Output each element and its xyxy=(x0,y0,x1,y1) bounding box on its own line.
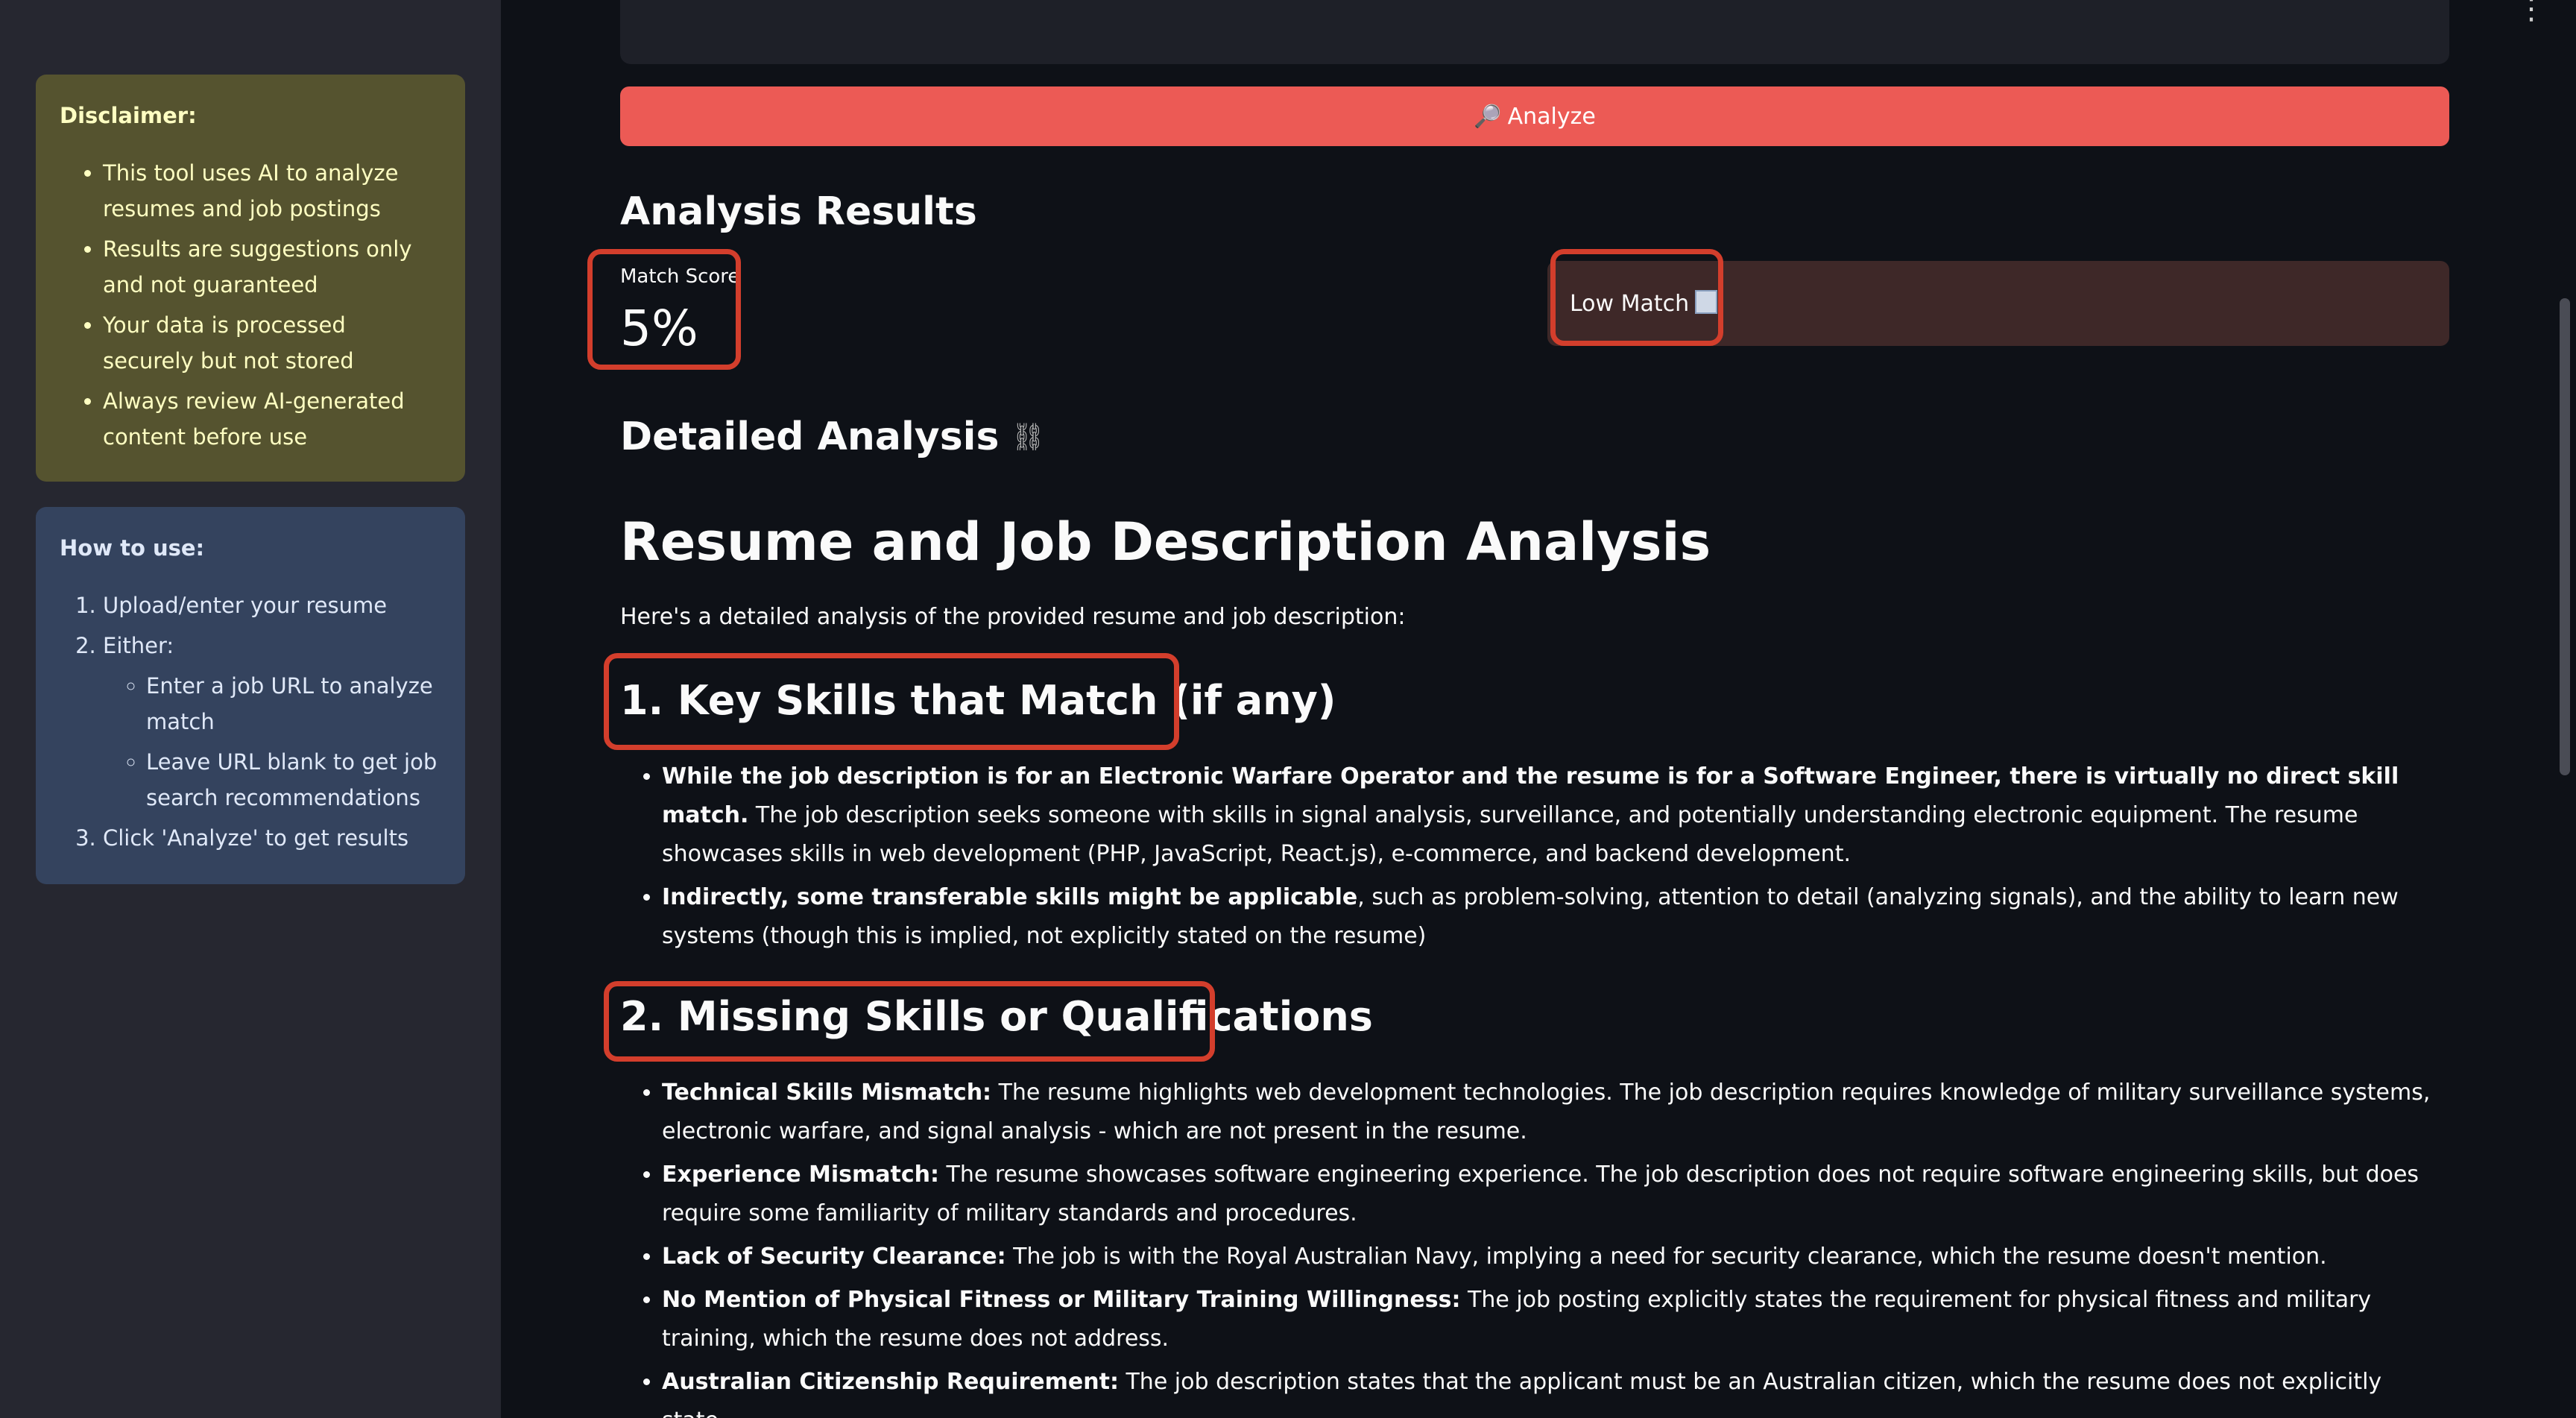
analyze-label: Analyze xyxy=(1507,103,1596,130)
sidebar: Disclaimer: This tool uses AI to analyze… xyxy=(0,0,501,1418)
list-item: Lack of Security Clearance: The job is w… xyxy=(662,1238,2449,1276)
item-bold: Lack of Security Clearance: xyxy=(662,1244,1006,1270)
list-item: Indirectly, some transferable skills mig… xyxy=(662,878,2449,956)
report-title: Resume and Job Description Analysis xyxy=(620,511,1711,573)
howto-substep: Enter a job URL to analyze match xyxy=(146,668,441,740)
results-heading: Analysis Results xyxy=(620,189,977,234)
item-bold: No Mention of Physical Fitness or Milita… xyxy=(662,1287,1461,1313)
highlight-box xyxy=(587,249,741,370)
app: Disclaimer: This tool uses AI to analyze… xyxy=(0,0,2576,1418)
highlight-box xyxy=(604,653,1179,750)
list-item: No Mention of Physical Fitness or Milita… xyxy=(662,1281,2449,1358)
magnifier-icon: 🔎 xyxy=(1474,103,1502,130)
list-item: Experience Mismatch: The resume showcase… xyxy=(662,1156,2449,1233)
howto-substep: Leave URL blank to get job search recomm… xyxy=(146,744,441,816)
item-bold: Technical Skills Mismatch: xyxy=(662,1080,992,1106)
analyze-button[interactable]: 🔎 Analyze xyxy=(620,86,2449,146)
scrollbar[interactable] xyxy=(2560,298,2570,775)
howto-step-text: Upload/enter your resume xyxy=(103,593,388,618)
disclaimer-title: Disclaimer: xyxy=(60,103,197,128)
list-item: While the job description is for an Elec… xyxy=(662,757,2449,874)
howto-step-text: Click 'Analyze' to get results xyxy=(103,825,409,851)
disclaimer-item: Results are suggestions only and not gua… xyxy=(103,231,441,303)
item-bold: Indirectly, some transferable skills mig… xyxy=(662,884,1358,910)
detailed-heading: Detailed Analysis ⛓ xyxy=(620,415,1045,459)
report-intro: Here's a detailed analysis of the provid… xyxy=(620,604,1406,630)
highlight-box xyxy=(604,981,1215,1062)
howto-step: Upload/enter your resume xyxy=(103,587,441,623)
howto-box: How to use: Upload/enter your resume Eit… xyxy=(36,507,465,884)
anchor-link-icon[interactable]: ⛓ xyxy=(1011,421,1045,453)
howto-steps: Upload/enter your resume Either: Enter a… xyxy=(60,587,441,856)
howto-substeps: Enter a job URL to analyze match Leave U… xyxy=(103,668,441,816)
disclaimer-item: Always review AI-generated content befor… xyxy=(103,383,441,455)
disclaimer-list: This tool uses AI to analyze resumes and… xyxy=(60,155,441,455)
item-text: The job is with the Royal Australian Nav… xyxy=(1006,1244,2327,1270)
howto-step-text: Either: xyxy=(103,633,174,658)
item-bold: Australian Citizenship Requirement: xyxy=(662,1369,1119,1395)
item-text: The job description seeks someone with s… xyxy=(662,802,2358,867)
section1-list: While the job description is for an Elec… xyxy=(620,757,2449,960)
howto-step: Click 'Analyze' to get results xyxy=(103,820,441,856)
main-content: ⋮ 🔎 Analyze Analysis Results Match Score… xyxy=(501,0,2576,1418)
section2-list: Technical Skills Mismatch: The resume hi… xyxy=(620,1074,2449,1418)
disclaimer-item: Your data is processed securely but not … xyxy=(103,307,441,379)
more-menu-icon[interactable]: ⋮ xyxy=(2516,0,2546,24)
detailed-heading-text: Detailed Analysis xyxy=(620,415,1000,459)
howto-step: Either: Enter a job URL to analyze match… xyxy=(103,628,441,816)
list-item: Australian Citizenship Requirement: The … xyxy=(662,1363,2449,1418)
list-item: Technical Skills Mismatch: The resume hi… xyxy=(662,1074,2449,1151)
job-url-input[interactable] xyxy=(620,0,2449,64)
disclaimer-box: Disclaimer: This tool uses AI to analyze… xyxy=(36,75,465,482)
item-bold: Experience Mismatch: xyxy=(662,1162,939,1188)
disclaimer-item: This tool uses AI to analyze resumes and… xyxy=(103,155,441,227)
highlight-box xyxy=(1550,249,1723,346)
howto-title: How to use: xyxy=(60,535,205,561)
